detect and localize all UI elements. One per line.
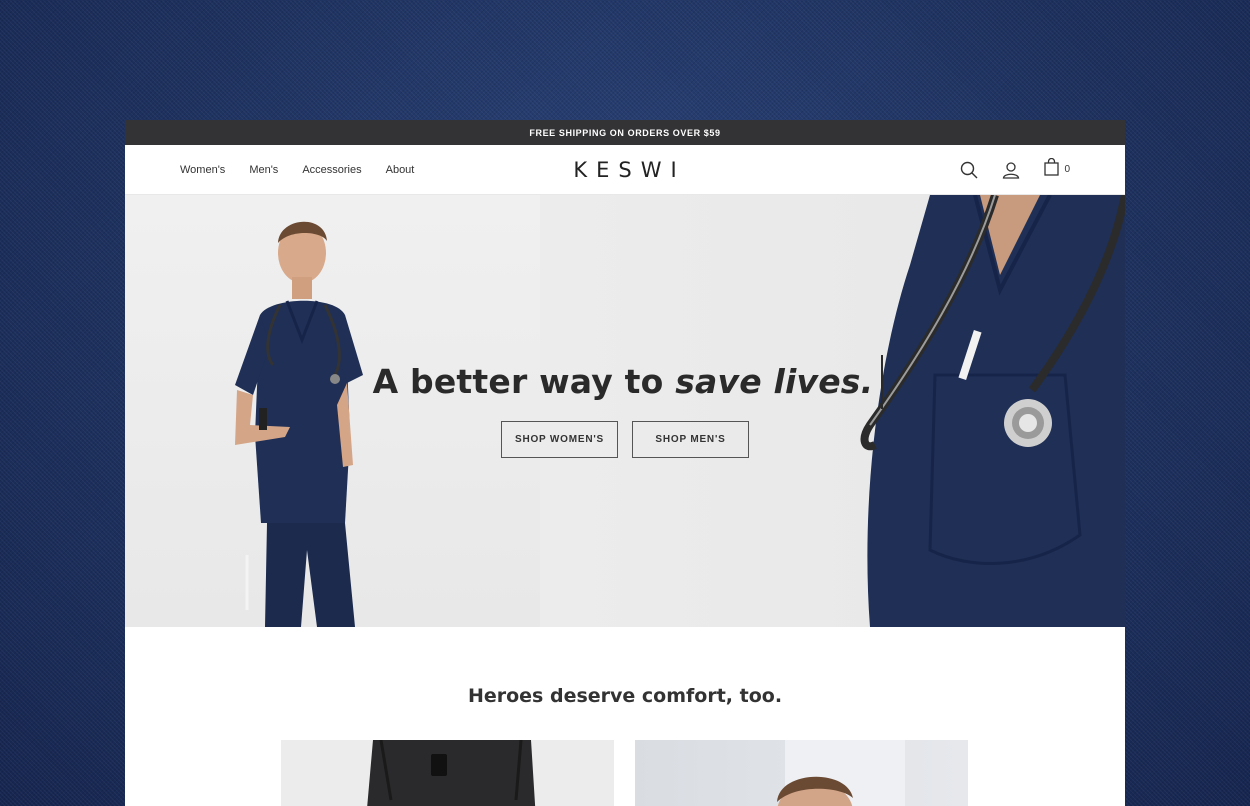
brand-logo[interactable]: KESWI	[561, 145, 690, 194]
main-navigation: Women's Men's Accessories About KESWI 0	[125, 145, 1125, 195]
shop-mens-button[interactable]: SHOP MEN'S	[632, 421, 749, 458]
category-cards	[281, 740, 968, 806]
category-card-mens[interactable]	[635, 740, 968, 806]
nav-link-mens[interactable]: Men's	[249, 164, 278, 176]
hero-banner: A better way to save lives. SHOP WOMEN'S…	[125, 195, 1125, 627]
mens-card-image	[777, 740, 905, 806]
shop-womens-button[interactable]: SHOP WOMEN'S	[501, 421, 618, 458]
section-title: Heroes deserve comfort, too.	[467, 685, 783, 707]
category-card-womens[interactable]	[281, 740, 614, 806]
promo-bar: FREE SHIPPING ON ORDERS OVER $59	[125, 120, 1125, 145]
womens-card-image	[367, 740, 536, 806]
hero-headline-emphasis: save lives.	[675, 362, 874, 401]
hero-headline: A better way to save lives.	[373, 355, 884, 409]
promo-text: FREE SHIPPING ON ORDERS OVER $59	[529, 127, 721, 138]
account-icon[interactable]	[1002, 161, 1020, 179]
website-frame: FREE SHIPPING ON ORDERS OVER $59 Women's…	[125, 120, 1125, 806]
cart-button[interactable]: 0	[1044, 157, 1070, 181]
hero-cta-row: SHOP WOMEN'S SHOP MEN'S	[125, 421, 1125, 458]
nav-links: Women's Men's Accessories About	[180, 145, 414, 194]
hero-headline-text: A better way to	[372, 362, 676, 401]
cart-count: 0	[1064, 164, 1070, 175]
nav-link-womens[interactable]: Women's	[180, 164, 225, 176]
hero-content: A better way to save lives. SHOP WOMEN'S…	[125, 355, 1125, 458]
shopping-bag-icon	[1044, 157, 1060, 181]
nav-icons: 0	[960, 145, 1070, 194]
search-icon[interactable]	[960, 161, 978, 179]
nav-link-accessories[interactable]: Accessories	[302, 164, 361, 176]
nav-link-about[interactable]: About	[386, 164, 415, 176]
